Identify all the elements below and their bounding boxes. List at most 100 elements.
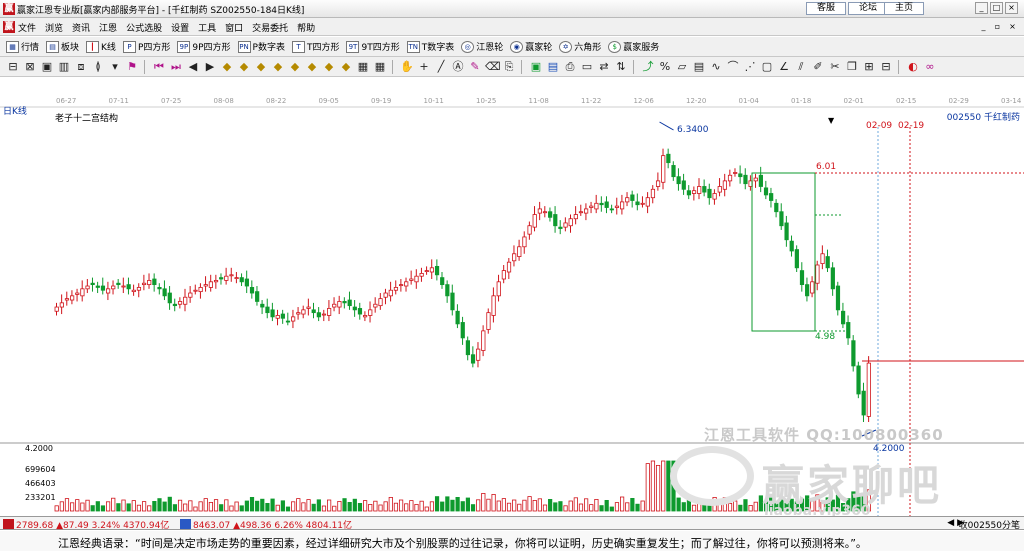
menu-file[interactable]: 文件	[18, 21, 36, 34]
angle-icon[interactable]: ∠	[777, 60, 791, 74]
maximize-icon[interactable]: □	[990, 2, 1003, 14]
tb-blocks-button[interactable]: ▤ 板块	[46, 40, 79, 53]
candle-body	[255, 291, 260, 302]
paste-icon[interactable]: ⎘	[502, 60, 516, 74]
tb-9tsquare-button[interactable]: 9T 9T四方形	[346, 40, 400, 53]
diamond-5-icon[interactable]: ◆	[288, 60, 302, 74]
menu-gann[interactable]: 江恩	[99, 21, 117, 34]
channel-icon[interactable]: ⫽	[794, 60, 808, 74]
layout-icon[interactable]: ⊟	[6, 60, 20, 74]
mdi-minimize-icon[interactable]: _	[978, 22, 989, 32]
dropdown-arrow-icon[interactable]: ▼	[828, 116, 834, 125]
last-icon[interactable]: ⏭	[169, 60, 183, 74]
period-icon[interactable]: ⧈	[74, 60, 88, 74]
tb-quotes-button[interactable]: ▦ 行情	[6, 40, 39, 53]
grid-tool-2-icon[interactable]: ▦	[373, 60, 387, 74]
status-index-shenzhen[interactable]: 8463.07 ▲498.36 6.26% 4804.11亿	[180, 518, 352, 531]
fan-icon[interactable]: ⋰	[743, 60, 757, 74]
chart-type-icon[interactable]: ▥	[57, 60, 71, 74]
zoom-icon[interactable]: ⊠	[23, 60, 37, 74]
pencil-icon[interactable]: ✐	[811, 60, 825, 74]
diamond-2-icon[interactable]: ◆	[237, 60, 251, 74]
menu-trade[interactable]: 交易委托	[252, 21, 288, 34]
save-icon[interactable]: ▤	[546, 60, 560, 74]
image-icon[interactable]: ▣	[529, 60, 543, 74]
box-icon[interactable]: ▢	[760, 60, 774, 74]
dropdown-icon[interactable]: ▾	[108, 60, 122, 74]
tb-winwheel-button[interactable]: ◉ 赢家轮	[510, 40, 552, 53]
tb-9psquare-button[interactable]: 9P 9P四方形	[177, 40, 231, 53]
tb-psquare-button[interactable]: P P四方形	[122, 40, 170, 53]
flag-icon[interactable]: ⚑	[125, 60, 139, 74]
prev-icon[interactable]: ◀	[186, 60, 200, 74]
volume-bar	[352, 498, 357, 512]
next-icon[interactable]: ▶	[203, 60, 217, 74]
trend-icon[interactable]: ⤴	[641, 60, 655, 74]
copy-icon[interactable]: ❐	[845, 60, 859, 74]
close-icon[interactable]: ×	[1005, 2, 1018, 14]
cut-icon[interactable]: ✂	[828, 60, 842, 74]
link-icon[interactable]: ⊟	[879, 60, 893, 74]
grid-tool-icon[interactable]: ▦	[356, 60, 370, 74]
calendar-icon[interactable]: ▣	[40, 60, 54, 74]
cycle-icon[interactable]: ∿	[709, 60, 723, 74]
arc-icon[interactable]: ⌒	[726, 60, 740, 74]
volume-bar	[727, 502, 733, 512]
print-icon[interactable]: ⎙	[563, 60, 577, 74]
minimize-icon[interactable]: _	[975, 2, 988, 14]
candle-style-icon[interactable]: ≬	[91, 60, 105, 74]
volume-bar	[398, 499, 404, 512]
ruler-icon[interactable]: ▱	[675, 60, 689, 74]
tb-hexagon-button[interactable]: ✡ 六角形	[559, 40, 601, 53]
lock-icon[interactable]: ⊞	[862, 60, 876, 74]
link-forum[interactable]: 论坛	[848, 2, 888, 15]
status-index-shanghai[interactable]: 2789.68 ▲87.49 3.24% 4370.94亿	[3, 518, 169, 531]
fib-icon[interactable]: ▤	[692, 60, 706, 74]
menu-browse[interactable]: 浏览	[45, 21, 63, 34]
tb-ptable-button[interactable]: PN P数字表	[237, 40, 285, 53]
menu-help[interactable]: 帮助	[297, 21, 315, 34]
percent-icon[interactable]: %	[658, 60, 672, 74]
tb-gannwheel-button[interactable]: ◎ 江恩轮	[461, 40, 503, 53]
candle-body	[691, 190, 697, 194]
diamond-1-icon[interactable]: ◆	[220, 60, 234, 74]
diamond-6-icon[interactable]: ◆	[305, 60, 319, 74]
crosshair-icon[interactable]: +	[417, 60, 431, 74]
menu-formula[interactable]: 公式选股	[126, 21, 162, 34]
mdi-restore-icon[interactable]: ▫	[992, 22, 1003, 32]
analysis-box[interactable]	[751, 172, 816, 332]
text-tool-icon[interactable]: Ⓐ	[451, 60, 465, 74]
diamond-7-icon[interactable]: ◆	[322, 60, 336, 74]
infinity-icon[interactable]: ∞	[923, 60, 937, 74]
drawing-toolbar: ⊟ ⊠ ▣ ▥ ⧈ ≬ ▾ ⚑ ⏮ ⏭ ◀ ▶ ◆ ◆ ◆ ◆ ◆ ◆ ◆ ◆ …	[0, 57, 1024, 77]
hand-icon[interactable]: ✋	[400, 60, 414, 74]
diamond-3-icon[interactable]: ◆	[254, 60, 268, 74]
tb-service-button[interactable]: $ 赢家服务	[608, 40, 659, 53]
diamond-4-icon[interactable]: ◆	[271, 60, 285, 74]
color-icon[interactable]: ◐	[906, 60, 920, 74]
status-ticks[interactable]: 收002550分笔	[959, 518, 1020, 531]
candle-body	[347, 299, 352, 307]
link-home[interactable]: 主页	[884, 2, 924, 15]
gann-quote: 江恩经典语录：“时间是决定市场走势的重要因素，经过详细研究大市及个别股票的过往记…	[58, 537, 867, 550]
menu-news[interactable]: 资讯	[72, 21, 90, 34]
eraser-icon[interactable]: ⌫	[485, 60, 501, 74]
pen-icon[interactable]: ✎	[468, 60, 482, 74]
diamond-8-icon[interactable]: ◆	[339, 60, 353, 74]
tb-ttable-button[interactable]: TN T数字表	[406, 40, 454, 53]
first-icon[interactable]: ⏮	[152, 60, 166, 74]
shuffle-icon[interactable]: ⇄	[597, 60, 611, 74]
tb-kline-button[interactable]: ┃ K线	[86, 40, 116, 53]
tb-tsquare-button[interactable]: T T四方形	[291, 40, 339, 53]
volume-bar	[594, 498, 599, 512]
candle-body	[779, 211, 784, 227]
menu-tools[interactable]: 工具	[198, 21, 216, 34]
menu-settings[interactable]: 设置	[171, 21, 189, 34]
line-icon[interactable]: ╱	[434, 60, 448, 74]
arrows-icon[interactable]: ⇅	[614, 60, 628, 74]
menu-window[interactable]: 窗口	[225, 21, 243, 34]
monitor-icon[interactable]: ▭	[580, 60, 594, 74]
separator	[633, 60, 638, 74]
link-service[interactable]: 客服	[806, 2, 846, 15]
mdi-close-icon[interactable]: ×	[1007, 22, 1018, 32]
